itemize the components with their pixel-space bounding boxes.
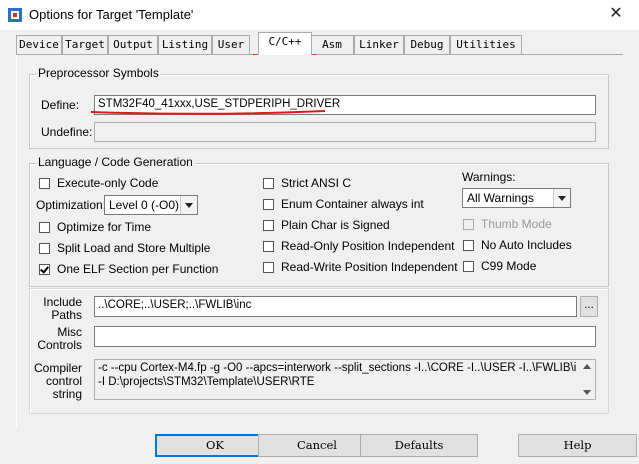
include-paths-field[interactable]: ..\CORE;..\USER;..\FWLIB\inc: [94, 296, 577, 317]
misc-label-line2: Controls: [37, 338, 82, 352]
misc-controls-field[interactable]: [94, 326, 596, 347]
no-auto-includes-checkbox[interactable]: No Auto Includes: [463, 237, 572, 253]
help-button[interactable]: Help: [518, 434, 637, 457]
compiler-line-2: -I D:\projects\STM32\Template\USER\RTE: [98, 376, 315, 388]
thumb-mode-label: Thumb Mode: [481, 217, 552, 231]
browse-button[interactable]: ...: [580, 296, 598, 317]
compiler-scrollbar[interactable]: [580, 360, 595, 399]
compiler-options-group: Include Paths ..\CORE;..\USER;..\FWLIB\i…: [29, 288, 609, 414]
tab-target[interactable]: Target: [62, 35, 108, 54]
tab-listing[interactable]: Listing: [158, 35, 212, 54]
ro-position-box[interactable]: [263, 240, 274, 252]
define-label: Define:: [41, 98, 80, 112]
split-load-checkbox[interactable]: Split Load and Store Multiple: [39, 240, 210, 256]
c99-mode-checkbox[interactable]: C99 Mode: [463, 258, 536, 274]
c99-mode-label: C99 Mode: [481, 259, 537, 273]
thumb-mode-checkbox: Thumb Mode: [463, 216, 552, 232]
execute-only-box[interactable]: [39, 177, 50, 189]
cancel-button[interactable]: Cancel: [258, 434, 376, 457]
plain-char-label: Plain Char is Signed: [281, 218, 390, 232]
language-legend: Language / Code Generation: [36, 155, 195, 169]
misc-controls-label: Misc Controls: [30, 326, 82, 352]
undefine-label: Undefine:: [41, 125, 93, 139]
close-icon[interactable]: ✕: [607, 5, 625, 23]
split-load-label: Split Load and Store Multiple: [57, 241, 211, 255]
scroll-up-icon[interactable]: [583, 364, 591, 369]
one-elf-label: One ELF Section per Function: [57, 262, 219, 276]
split-load-box[interactable]: [39, 242, 50, 254]
tab-utilities[interactable]: Utilities: [450, 35, 522, 54]
ro-position-label: Read-Only Position Independent: [281, 239, 455, 253]
strict-ansi-label: Strict ANSI C: [281, 176, 352, 190]
c99-mode-box[interactable]: [463, 260, 474, 272]
window-title: Options for Target 'Template': [29, 7, 194, 22]
enum-container-label: Enum Container always int: [281, 197, 424, 211]
scroll-down-icon[interactable]: [583, 390, 591, 395]
chevron-down-icon[interactable]: [553, 189, 570, 207]
compiler-label-line3: string: [52, 387, 82, 401]
execute-only-checkbox[interactable]: Execute-only Code: [39, 175, 158, 191]
tab-debug[interactable]: Debug: [404, 35, 450, 54]
title-bar: Options for Target 'Template' ✕: [0, 0, 639, 30]
tab-device[interactable]: Device: [16, 35, 62, 54]
one-elf-box[interactable]: [39, 263, 50, 275]
optimization-select[interactable]: Level 0 (-O0): [104, 195, 198, 215]
enum-container-box[interactable]: [263, 198, 274, 210]
thumb-mode-box: [463, 218, 474, 230]
define-underline-annotation: [90, 110, 326, 115]
tab-cc[interactable]: C/C++: [258, 32, 312, 55]
warnings-label: Warnings:: [462, 170, 516, 184]
rw-position-checkbox[interactable]: Read-Write Position Independent: [263, 259, 458, 275]
chevron-down-icon[interactable]: [180, 196, 197, 214]
include-label-line2: Paths: [51, 308, 82, 322]
plain-char-box[interactable]: [263, 219, 274, 231]
compiler-line-1: -c --cpu Cortex-M4.fp -g -O0 --apcs=inte…: [98, 362, 576, 374]
compiler-control-field[interactable]: -c --cpu Cortex-M4.fp -g -O0 --apcs=inte…: [94, 359, 596, 400]
plain-char-checkbox[interactable]: Plain Char is Signed: [263, 217, 390, 233]
optimize-time-checkbox[interactable]: Optimize for Time: [39, 219, 151, 235]
no-auto-includes-box[interactable]: [463, 239, 474, 251]
tab-strip: Device Target Output Listing User C/C++ …: [16, 32, 626, 55]
optimization-label: Optimization:: [36, 198, 107, 212]
optimization-value: Level 0 (-O0): [109, 198, 180, 212]
compiler-control-label: Compiler control string: [30, 362, 82, 401]
undefine-field[interactable]: [94, 122, 596, 142]
preprocessor-legend: Preprocessor Symbols: [36, 66, 161, 80]
rw-position-label: Read-Write Position Independent: [281, 260, 458, 274]
one-elf-checkbox[interactable]: One ELF Section per Function: [39, 261, 218, 277]
enum-container-checkbox[interactable]: Enum Container always int: [263, 196, 424, 212]
tab-output[interactable]: Output: [108, 35, 158, 54]
cc-tab-panel: Preprocessor Symbols Define: STM32F40_41…: [16, 55, 623, 428]
ok-button[interactable]: OK: [155, 434, 275, 457]
optimize-time-box[interactable]: [39, 221, 50, 233]
include-paths-label: Include Paths: [30, 296, 82, 322]
warnings-value: All Warnings: [467, 191, 534, 205]
defaults-button[interactable]: Defaults: [360, 434, 478, 457]
no-auto-includes-label: No Auto Includes: [481, 238, 572, 252]
execute-only-label: Execute-only Code: [57, 176, 159, 190]
strict-ansi-checkbox[interactable]: Strict ANSI C: [263, 175, 351, 191]
language-group: Language / Code Generation Execute-only …: [29, 155, 609, 287]
ro-position-checkbox[interactable]: Read-Only Position Independent: [263, 238, 454, 254]
warnings-select[interactable]: All Warnings: [462, 188, 571, 208]
tab-linker[interactable]: Linker: [354, 35, 404, 54]
rw-position-box[interactable]: [263, 261, 274, 273]
optimize-time-label: Optimize for Time: [57, 220, 152, 234]
tab-user[interactable]: User: [212, 35, 250, 54]
strict-ansi-box[interactable]: [263, 177, 274, 189]
app-icon: [8, 8, 22, 22]
